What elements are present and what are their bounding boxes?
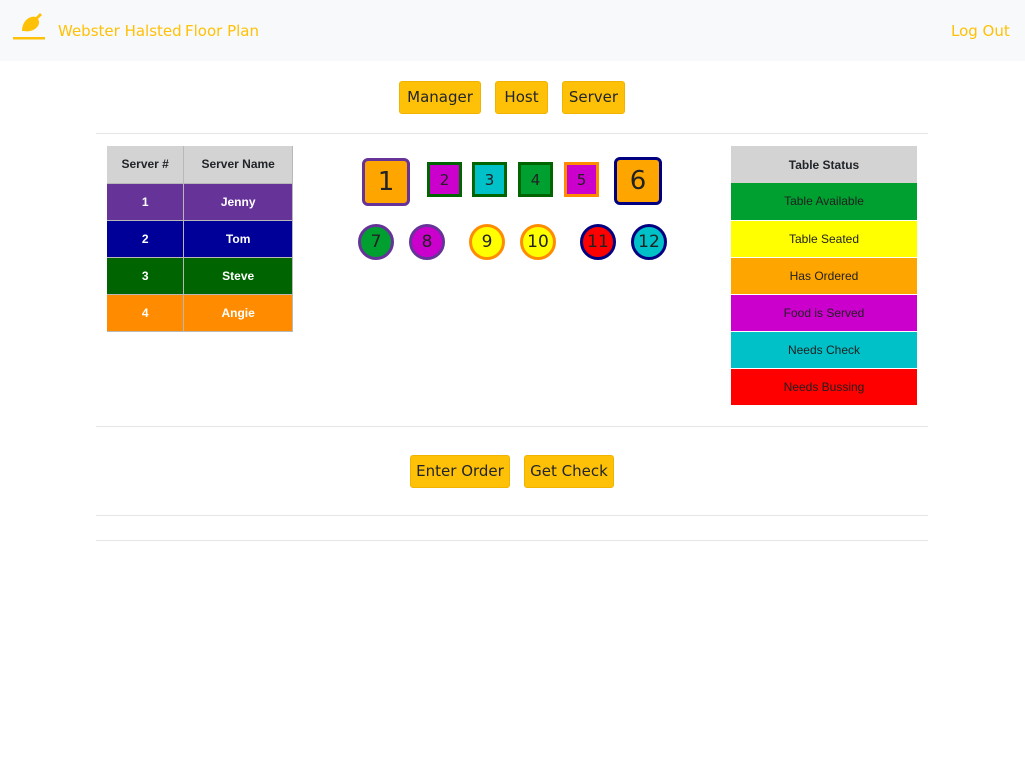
server-name-cell: Angie	[183, 294, 293, 332]
server-row[interactable]: 4 Angie	[107, 294, 293, 332]
server-row[interactable]: 3 Steve	[107, 257, 293, 295]
table-number-label: 3	[484, 170, 495, 189]
table-status-legend: Table Status Table Available Table Seated…	[731, 146, 917, 406]
table-status-header: Table Status	[731, 146, 917, 183]
status-label-cell: Food is Served	[731, 294, 917, 332]
status-row: Needs Check	[731, 331, 917, 369]
get-check-button[interactable]: Get Check	[524, 455, 614, 488]
fork-spoon-logo-icon[interactable]	[12, 11, 46, 43]
server-number-cell: 3	[107, 257, 185, 295]
dining-table-5[interactable]: 5	[564, 162, 599, 197]
enter-order-button[interactable]: Enter Order	[410, 455, 510, 488]
dining-table-2[interactable]: 2	[427, 162, 462, 197]
table-number-label: 10	[527, 232, 549, 252]
status-label-cell: Needs Bussing	[731, 368, 917, 406]
divider	[96, 515, 928, 516]
server-row[interactable]: 1 Jenny	[107, 183, 293, 221]
column-header-server-name: Server Name	[183, 146, 293, 184]
table-number-label: 4	[530, 170, 541, 189]
server-button[interactable]: Server	[562, 81, 625, 114]
status-row: Table Seated	[731, 220, 917, 258]
manager-button[interactable]: Manager	[399, 81, 481, 114]
dining-table-6[interactable]: 6	[614, 157, 662, 205]
table-number-label: 7	[370, 232, 382, 252]
column-header-server-number: Server #	[107, 146, 185, 184]
table-number-label: 6	[629, 166, 647, 196]
table-number-label: 8	[421, 232, 433, 252]
table-number-label: 9	[481, 232, 493, 252]
floor-plan-link[interactable]: Floor Plan	[185, 20, 259, 42]
servers-table: Server # Server Name 1 Jenny 2 Tom 3 Steve 4 An…	[107, 146, 293, 332]
dining-table-12[interactable]: 12	[631, 224, 667, 260]
server-name-cell: Tom	[183, 220, 293, 258]
server-number-cell: 2	[107, 220, 185, 258]
dining-table-10[interactable]: 10	[520, 224, 556, 260]
table-number-label: 2	[439, 170, 450, 189]
status-row: Food is Served	[731, 294, 917, 332]
server-number-cell: 1	[107, 183, 185, 221]
dining-table-4[interactable]: 4	[518, 162, 553, 197]
dining-table-3[interactable]: 3	[472, 162, 507, 197]
status-label-cell: Needs Check	[731, 331, 917, 369]
divider	[96, 426, 928, 427]
brand-link[interactable]: Webster Halsted	[58, 20, 182, 42]
status-label-cell: Table Available	[731, 183, 917, 221]
table-number-label: 12	[638, 232, 660, 252]
table-number-label: 1	[377, 167, 395, 197]
host-button[interactable]: Host	[495, 81, 548, 114]
status-row: Table Available	[731, 183, 917, 221]
divider	[96, 540, 928, 541]
dining-table-7[interactable]: 7	[358, 224, 394, 260]
status-label-cell: Table Seated	[731, 220, 917, 258]
dining-table-1[interactable]: 1	[362, 158, 410, 206]
dining-table-8[interactable]: 8	[409, 224, 445, 260]
logout-link[interactable]: Log Out	[951, 20, 1010, 42]
status-row: Needs Bussing	[731, 368, 917, 406]
divider	[96, 133, 928, 134]
table-number-label: 11	[587, 232, 609, 252]
server-row[interactable]: 2 Tom	[107, 220, 293, 258]
server-name-cell: Jenny	[183, 183, 293, 221]
dining-table-9[interactable]: 9	[469, 224, 505, 260]
dining-table-11[interactable]: 11	[580, 224, 616, 260]
table-number-label: 5	[576, 170, 587, 189]
top-navbar: Webster Halsted Floor Plan Log Out	[0, 0, 1025, 61]
server-number-cell: 4	[107, 294, 185, 332]
server-name-cell: Steve	[183, 257, 293, 295]
status-label-cell: Has Ordered	[731, 257, 917, 295]
status-row: Has Ordered	[731, 257, 917, 295]
